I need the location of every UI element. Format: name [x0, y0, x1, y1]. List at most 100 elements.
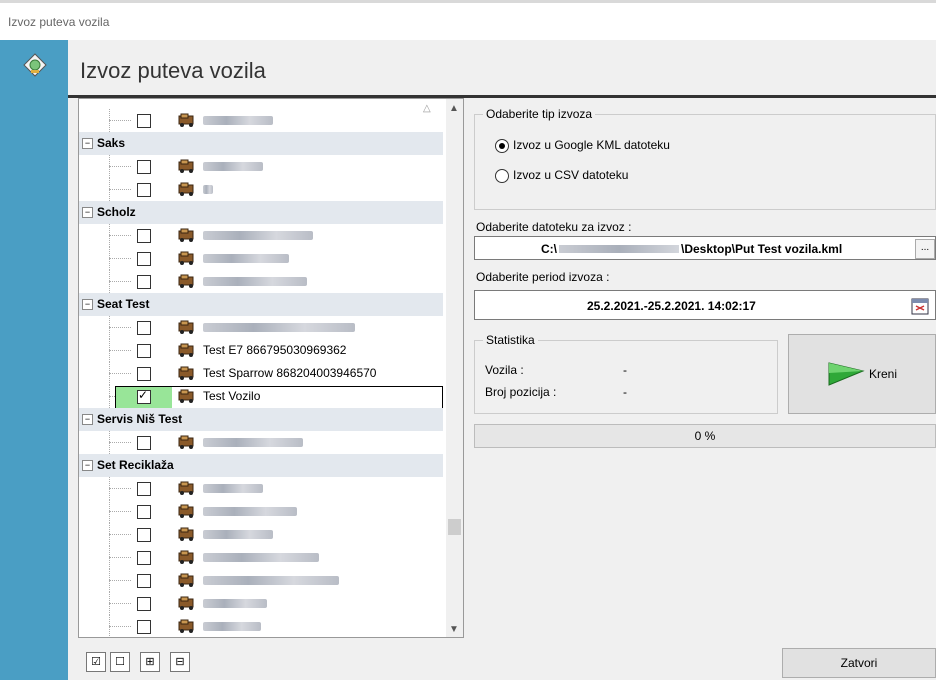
start-button[interactable]: Kreni: [788, 334, 936, 414]
calendar-icon[interactable]: [911, 297, 929, 315]
redacted-label: [203, 116, 273, 125]
collapse-toggle-icon[interactable]: −: [82, 414, 93, 425]
tree-group[interactable]: − Scholz: [79, 201, 443, 224]
tree-group-label[interactable]: Scholz: [97, 205, 136, 219]
vehicle-checkbox[interactable]: [137, 252, 151, 266]
tree-item[interactable]: [79, 569, 443, 592]
redacted-label: [203, 162, 263, 171]
vehicle-checkbox[interactable]: [137, 183, 151, 197]
vehicle-checkbox[interactable]: [137, 551, 151, 565]
vehicle-checkbox[interactable]: [137, 275, 151, 289]
tree-item[interactable]: [79, 316, 443, 339]
tree-item[interactable]: [79, 270, 443, 293]
tree-group[interactable]: − Servis Niš Test: [79, 408, 443, 431]
vehicle-checkbox[interactable]: [137, 528, 151, 542]
vehicle-checkbox[interactable]: [137, 574, 151, 588]
vehicle-tree[interactable]: △ ▲ ▼ − Saks − Scholz − Seat Test Test E7 8667…: [78, 98, 464, 638]
page-title: Izvoz puteva vozila: [80, 58, 266, 83]
scroll-thumb[interactable]: [448, 519, 461, 535]
tree-line: [109, 373, 131, 374]
tree-group[interactable]: − Saks: [79, 132, 443, 155]
tree-item[interactable]: [79, 155, 443, 178]
tree-item[interactable]: [79, 592, 443, 615]
tree-line: [109, 626, 131, 627]
tree-line: [109, 258, 131, 259]
tree-scrollbar[interactable]: ▲ ▼: [446, 99, 463, 637]
period-field[interactable]: 25.2.2021.-25.2.2021. 14:02:17: [474, 290, 936, 320]
vehicle-checkbox[interactable]: [137, 388, 151, 404]
vehicle-label[interactable]: Test Sparrow 868204003946570: [203, 366, 376, 380]
tree-item[interactable]: [79, 546, 443, 569]
scroll-up-icon[interactable]: ▲: [449, 103, 459, 114]
collapse-toggle-icon[interactable]: −: [82, 138, 93, 149]
tree-item[interactable]: [79, 247, 443, 270]
tree-group-label[interactable]: Saks: [97, 136, 125, 150]
file-path-field[interactable]: C:\ \Desktop\Put Test vozila.kml ...: [474, 236, 936, 260]
vehicle-label[interactable]: Test E7 866795030969362: [203, 343, 346, 357]
tree-group[interactable]: − Seat Test: [79, 293, 443, 316]
file-label: Odaberite datoteku za izvoz :: [476, 220, 632, 234]
tree-group-label[interactable]: Set Reciklaža: [97, 458, 174, 472]
vehicle-icon: [177, 274, 197, 288]
tree-line: [109, 511, 131, 512]
flag-icon: [828, 362, 865, 386]
redacted-label: [203, 438, 303, 447]
vehicle-checkbox[interactable]: [137, 482, 151, 496]
scroll-down-icon[interactable]: ▼: [449, 624, 459, 635]
tree-item[interactable]: [79, 615, 443, 637]
collapse-toggle-icon[interactable]: −: [82, 299, 93, 310]
vehicle-checkbox[interactable]: [137, 344, 151, 358]
collapse-toggle-icon[interactable]: −: [82, 207, 93, 218]
tree-item[interactable]: Test Sparrow 868204003946570: [79, 362, 443, 385]
vehicle-checkbox[interactable]: [137, 505, 151, 519]
vehicle-icon: [177, 343, 197, 357]
positions-label: Broj pozicija :: [485, 385, 557, 399]
stats-legend: Statistika: [483, 333, 538, 347]
tree-group-label[interactable]: Servis Niš Test: [97, 412, 182, 426]
check-all-button[interactable]: ☑: [86, 652, 106, 672]
tree-line: [109, 442, 131, 443]
tree-item[interactable]: [79, 500, 443, 523]
vehicle-icon: [177, 481, 197, 495]
tree-item[interactable]: [79, 109, 443, 132]
browse-button[interactable]: ...: [915, 239, 935, 259]
tree-item[interactable]: [79, 178, 443, 201]
radio-kml-label[interactable]: Izvoz u Google KML datoteku: [513, 138, 670, 152]
tree-line: [109, 166, 131, 167]
radio-csv[interactable]: [495, 169, 509, 183]
tree-item[interactable]: [79, 224, 443, 247]
stats-group: Statistika Vozila : - Broj pozicija : -: [474, 333, 778, 414]
vehicle-checkbox[interactable]: [137, 620, 151, 634]
expand-all-button[interactable]: ⊞: [140, 652, 160, 672]
vehicle-checkbox[interactable]: [137, 229, 151, 243]
collapse-all-button[interactable]: ⊟: [170, 652, 190, 672]
radio-csv-label[interactable]: Izvoz u CSV datoteku: [513, 168, 628, 182]
vehicle-icon: [177, 182, 197, 196]
tree-line: [109, 534, 131, 535]
vehicle-label[interactable]: Test Vozilo: [203, 389, 260, 403]
tree-item[interactable]: [79, 523, 443, 546]
tree-group[interactable]: − Set Reciklaža: [79, 454, 443, 477]
tree-line: [109, 235, 131, 236]
tree-line: [109, 603, 131, 604]
window-titlebar: Izvoz puteva vozila: [0, 0, 936, 40]
file-path-start: C:\: [541, 242, 557, 256]
vehicle-checkbox[interactable]: [137, 160, 151, 174]
vehicle-checkbox[interactable]: [137, 597, 151, 611]
tree-group-label[interactable]: Seat Test: [97, 297, 149, 311]
vehicle-checkbox[interactable]: [137, 436, 151, 450]
uncheck-all-button[interactable]: ☐: [110, 652, 130, 672]
tree-item[interactable]: [79, 431, 443, 454]
vehicle-checkbox[interactable]: [137, 367, 151, 381]
vehicle-checkbox[interactable]: [137, 114, 151, 128]
collapse-toggle-icon[interactable]: −: [82, 460, 93, 471]
tree-item[interactable]: Test Vozilo: [79, 385, 443, 409]
header-logo: [0, 40, 68, 98]
redacted-label: [203, 254, 289, 263]
vehicle-checkbox[interactable]: [137, 321, 151, 335]
tree-line: [109, 281, 131, 282]
close-button[interactable]: Zatvori: [782, 648, 936, 678]
tree-item[interactable]: Test E7 866795030969362: [79, 339, 443, 362]
radio-kml[interactable]: [495, 139, 509, 153]
tree-item[interactable]: [79, 477, 443, 500]
